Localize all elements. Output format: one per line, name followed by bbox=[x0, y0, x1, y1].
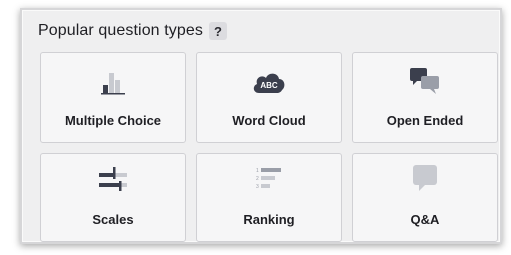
qa-card[interactable]: Q&A bbox=[352, 153, 498, 242]
open-ended-card[interactable]: Open Ended bbox=[352, 52, 498, 143]
scales-label: Scales bbox=[92, 212, 134, 227]
word-cloud-icon: ABC bbox=[251, 71, 287, 95]
scales-card[interactable]: Scales bbox=[40, 153, 186, 242]
multiple-choice-label: Multiple Choice bbox=[64, 113, 162, 128]
sliders-icon bbox=[96, 167, 130, 192]
panel-title: Popular question types bbox=[38, 22, 203, 39]
word-cloud-label: Word Cloud bbox=[232, 113, 306, 128]
question-types-panel: Popular question types ? Multiple Choice… bbox=[20, 8, 502, 244]
question-type-grid: Multiple Choice ABC Word Cloud Open Ende… bbox=[40, 52, 498, 242]
word-cloud-icon-text: ABC bbox=[260, 81, 278, 90]
ranking-card[interactable]: 1 2 3 Ranking bbox=[196, 153, 342, 242]
open-ended-label: Open Ended bbox=[386, 113, 464, 128]
panel-header: Popular question types ? bbox=[38, 22, 227, 40]
multiple-choice-card[interactable]: Multiple Choice bbox=[40, 52, 186, 143]
qa-label: Q&A bbox=[410, 212, 440, 227]
bar-chart-icon bbox=[100, 71, 126, 95]
speech-bubbles-icon bbox=[408, 68, 442, 95]
rank-number-2: 2 bbox=[256, 176, 259, 182]
rank-number-3: 3 bbox=[256, 184, 259, 190]
question-bubble-icon bbox=[410, 165, 440, 192]
ranking-icon: 1 2 3 bbox=[254, 168, 284, 192]
help-button[interactable]: ? bbox=[208, 22, 227, 40]
ranking-label: Ranking bbox=[243, 212, 295, 227]
rank-number-1: 1 bbox=[256, 168, 259, 174]
word-cloud-card[interactable]: ABC Word Cloud bbox=[196, 52, 342, 143]
